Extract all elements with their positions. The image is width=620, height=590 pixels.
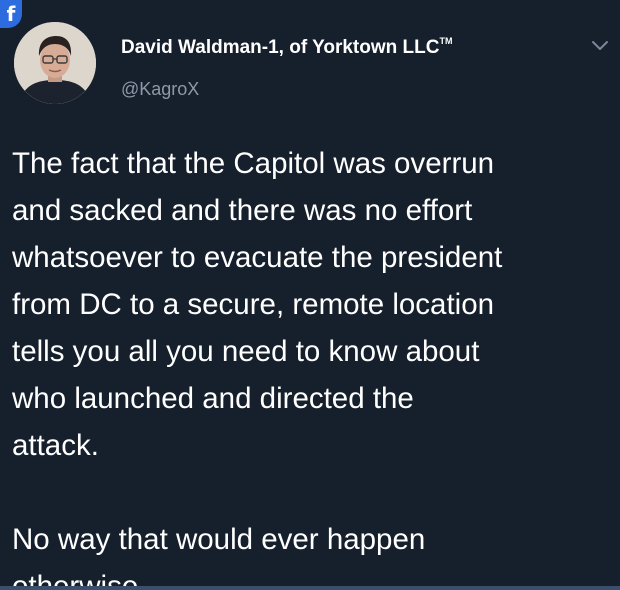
trademark-mark: TM [439,35,453,46]
facebook-icon: f [0,0,22,28]
author-name-text[interactable]: David Waldman-1, of Yorktown LLC [121,37,439,58]
author-name[interactable]: David Waldman-1, of Yorktown LLCTM [121,35,453,59]
tweet-text: The fact that the Capitol was overrun an… [12,147,503,590]
tweet-card: f David Waldman-1, of Yorktown LLCTM @Ka… [0,0,620,590]
bottom-divider [0,586,620,590]
chevron-down-icon[interactable] [589,37,611,53]
avatar[interactable] [14,22,96,104]
author-handle[interactable]: @KagroX [121,79,199,100]
